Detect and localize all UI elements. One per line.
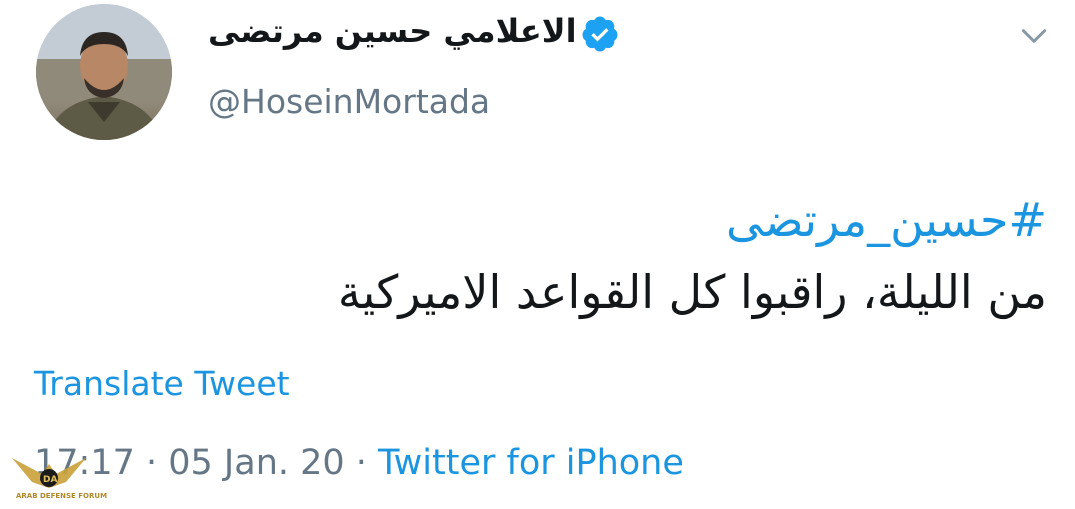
avatar[interactable] — [36, 4, 172, 140]
display-name[interactable]: الاعلامي حسين مرتضى — [208, 12, 577, 50]
tweet-date[interactable]: 05 Jan. 20 — [168, 443, 344, 483]
tweet-body: من الليلة، راقبوا كل القواعد الاميركية — [337, 265, 1047, 319]
meta-separator: · — [134, 443, 169, 483]
chevron-down-icon[interactable] — [1018, 20, 1050, 52]
meta-separator: · — [344, 443, 379, 483]
translate-tweet-link[interactable]: Translate Tweet — [34, 364, 290, 403]
svg-text:DA: DA — [43, 475, 57, 485]
tweet-source-link[interactable]: Twitter for iPhone — [378, 443, 684, 483]
verified-badge-icon — [582, 16, 618, 52]
tweet-metadata: 17:17 · 05 Jan. 20 · Twitter for iPhone — [34, 443, 684, 483]
tweet-text: #حسين_مرتضى من الليلة، راقبوا كل القواعد… — [227, 184, 1047, 328]
username[interactable]: @HoseinMortada — [208, 82, 490, 121]
profile-photo-icon — [36, 4, 172, 140]
hashtag-link[interactable]: #حسين_مرتضى — [227, 184, 1047, 256]
watermark-text: ARAB DEFENSE FORUM — [16, 492, 108, 500]
